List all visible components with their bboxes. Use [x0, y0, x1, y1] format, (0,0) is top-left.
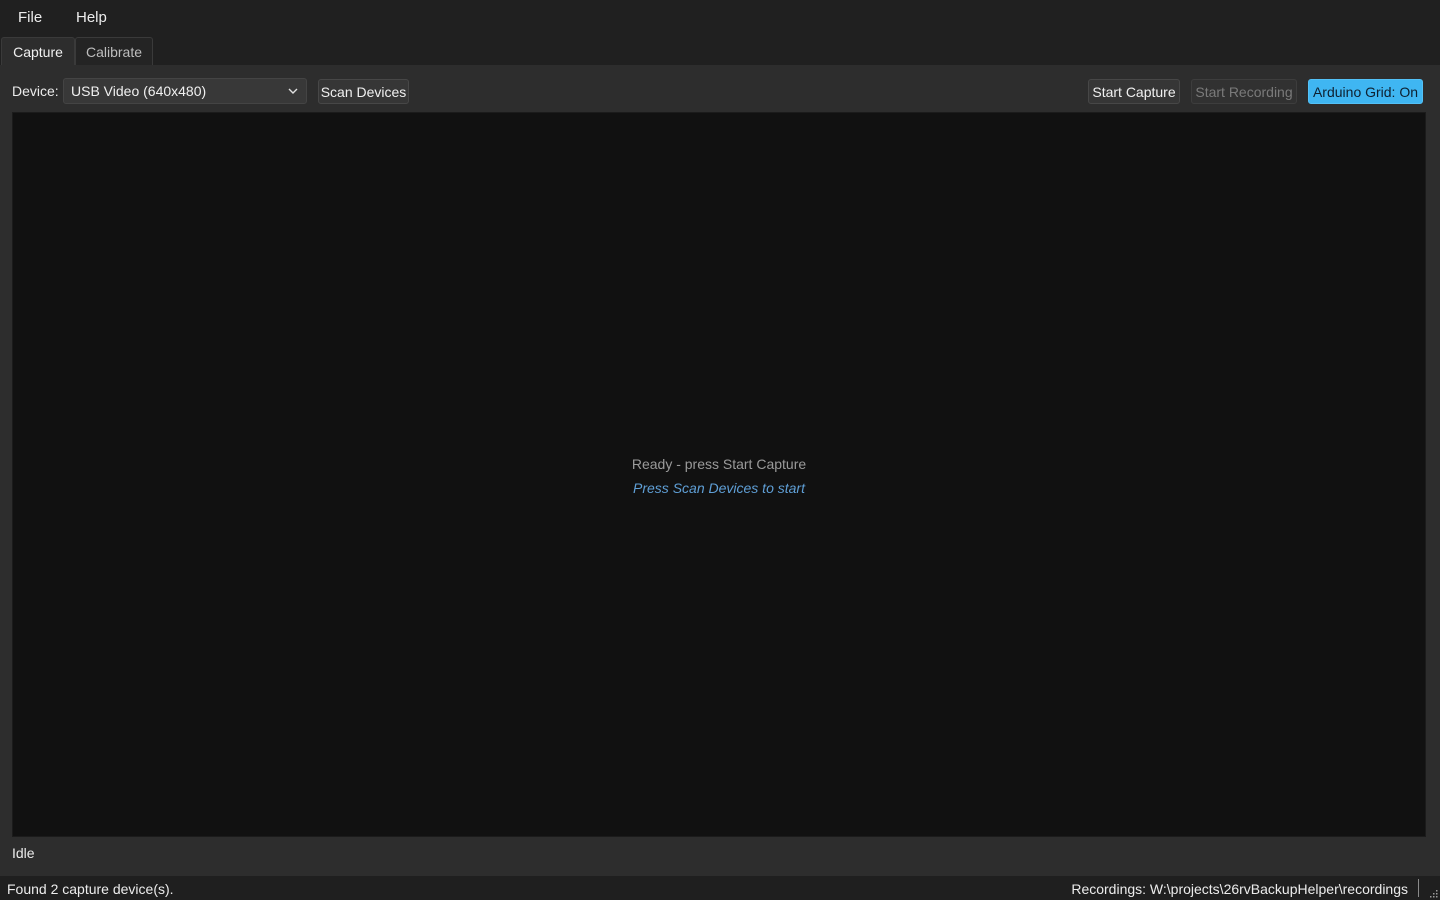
scan-devices-button[interactable]: Scan Devices	[318, 79, 409, 104]
start-capture-button[interactable]: Start Capture	[1088, 79, 1180, 104]
device-select-value: USB Video (640x480)	[71, 83, 207, 99]
arduino-grid-toggle[interactable]: Arduino Grid: On	[1308, 79, 1423, 104]
menu-file[interactable]: File	[18, 9, 42, 26]
status-message: Found 2 capture device(s).	[7, 881, 174, 897]
capture-state: Idle	[12, 845, 35, 861]
video-preview: Ready - press Start Capture Press Scan D…	[12, 112, 1426, 837]
tab-calibrate[interactable]: Calibrate	[75, 37, 153, 65]
tab-capture[interactable]: Capture	[1, 37, 75, 65]
device-label: Device:	[12, 83, 59, 99]
resize-grip-icon[interactable]	[1428, 888, 1438, 898]
menu-help[interactable]: Help	[76, 9, 107, 26]
ready-message: Ready - press Start Capture	[631, 456, 807, 472]
recordings-path: Recordings: W:\projects\26rvBackupHelper…	[1071, 881, 1408, 897]
status-bar: Found 2 capture device(s). Recordings: W…	[0, 876, 1440, 900]
chevron-down-icon	[288, 88, 298, 94]
menu-bar: File Help	[0, 0, 1440, 36]
hint-message: Press Scan Devices to start	[633, 480, 805, 496]
device-select[interactable]: USB Video (640x480)	[63, 78, 307, 104]
tab-bar: Capture Calibrate	[0, 36, 1440, 65]
capture-panel: Device: USB Video (640x480) Scan Devices…	[0, 65, 1440, 876]
start-recording-button[interactable]: Start Recording	[1191, 79, 1297, 104]
status-divider	[1418, 879, 1419, 897]
